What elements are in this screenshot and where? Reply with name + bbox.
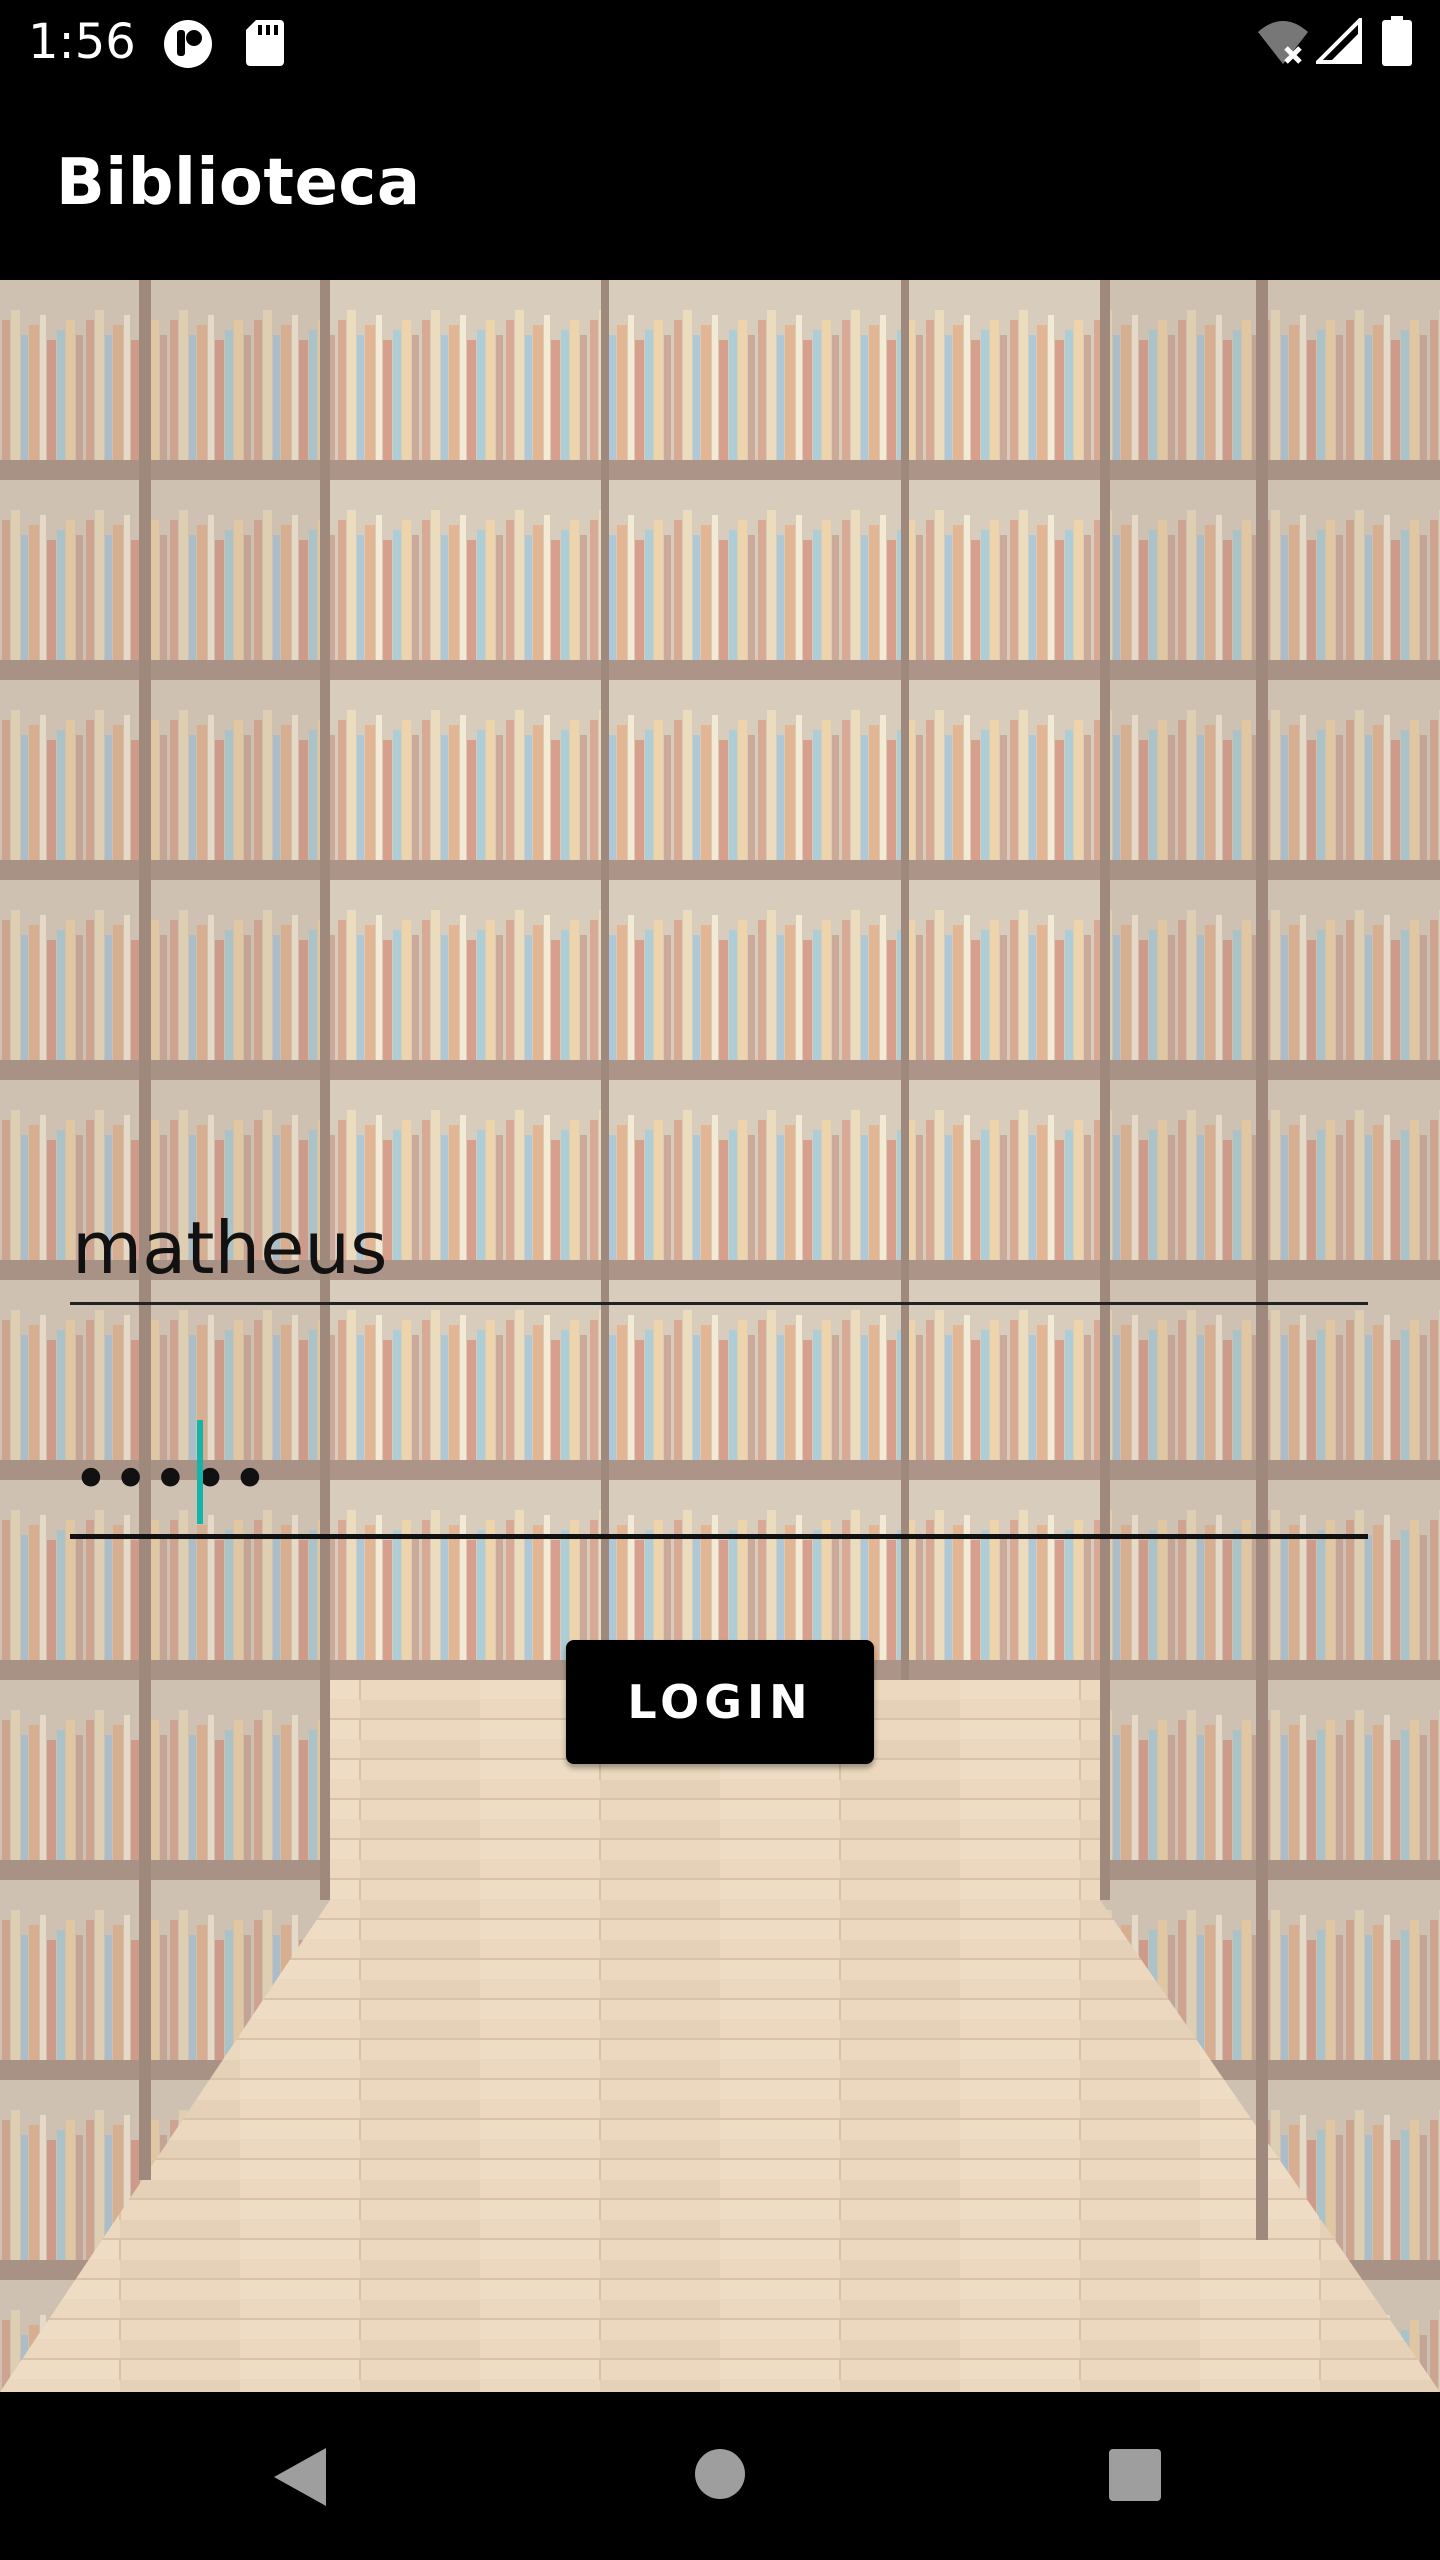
- battery-icon: [1382, 16, 1412, 66]
- login-screen: matheus ••••• LOGIN: [0, 280, 1440, 2392]
- app-bar: Biblioteca: [0, 84, 1440, 280]
- status-time: 1:56: [28, 14, 136, 70]
- password-field[interactable]: •••••: [70, 1408, 1368, 1539]
- login-button[interactable]: LOGIN: [566, 1640, 874, 1764]
- username-value: matheus: [72, 1206, 388, 1290]
- navigation-bar: [0, 2392, 1440, 2560]
- username-field[interactable]: matheus: [70, 1180, 1368, 1305]
- password-value: •••••: [72, 1443, 271, 1517]
- cellular-signal-icon: [1316, 18, 1362, 64]
- library-background-image: [0, 280, 1440, 2392]
- text-cursor: [197, 1420, 203, 1524]
- app-title: Biblioteca: [56, 146, 421, 220]
- wifi-off-icon: [1258, 21, 1308, 64]
- home-icon[interactable]: [694, 2448, 746, 2500]
- status-bar: 1:56: [0, 0, 1440, 84]
- sd-card-icon: [246, 20, 284, 66]
- notification-icon: [164, 20, 212, 68]
- recents-icon[interactable]: [1108, 2448, 1162, 2502]
- back-icon[interactable]: [272, 2446, 328, 2508]
